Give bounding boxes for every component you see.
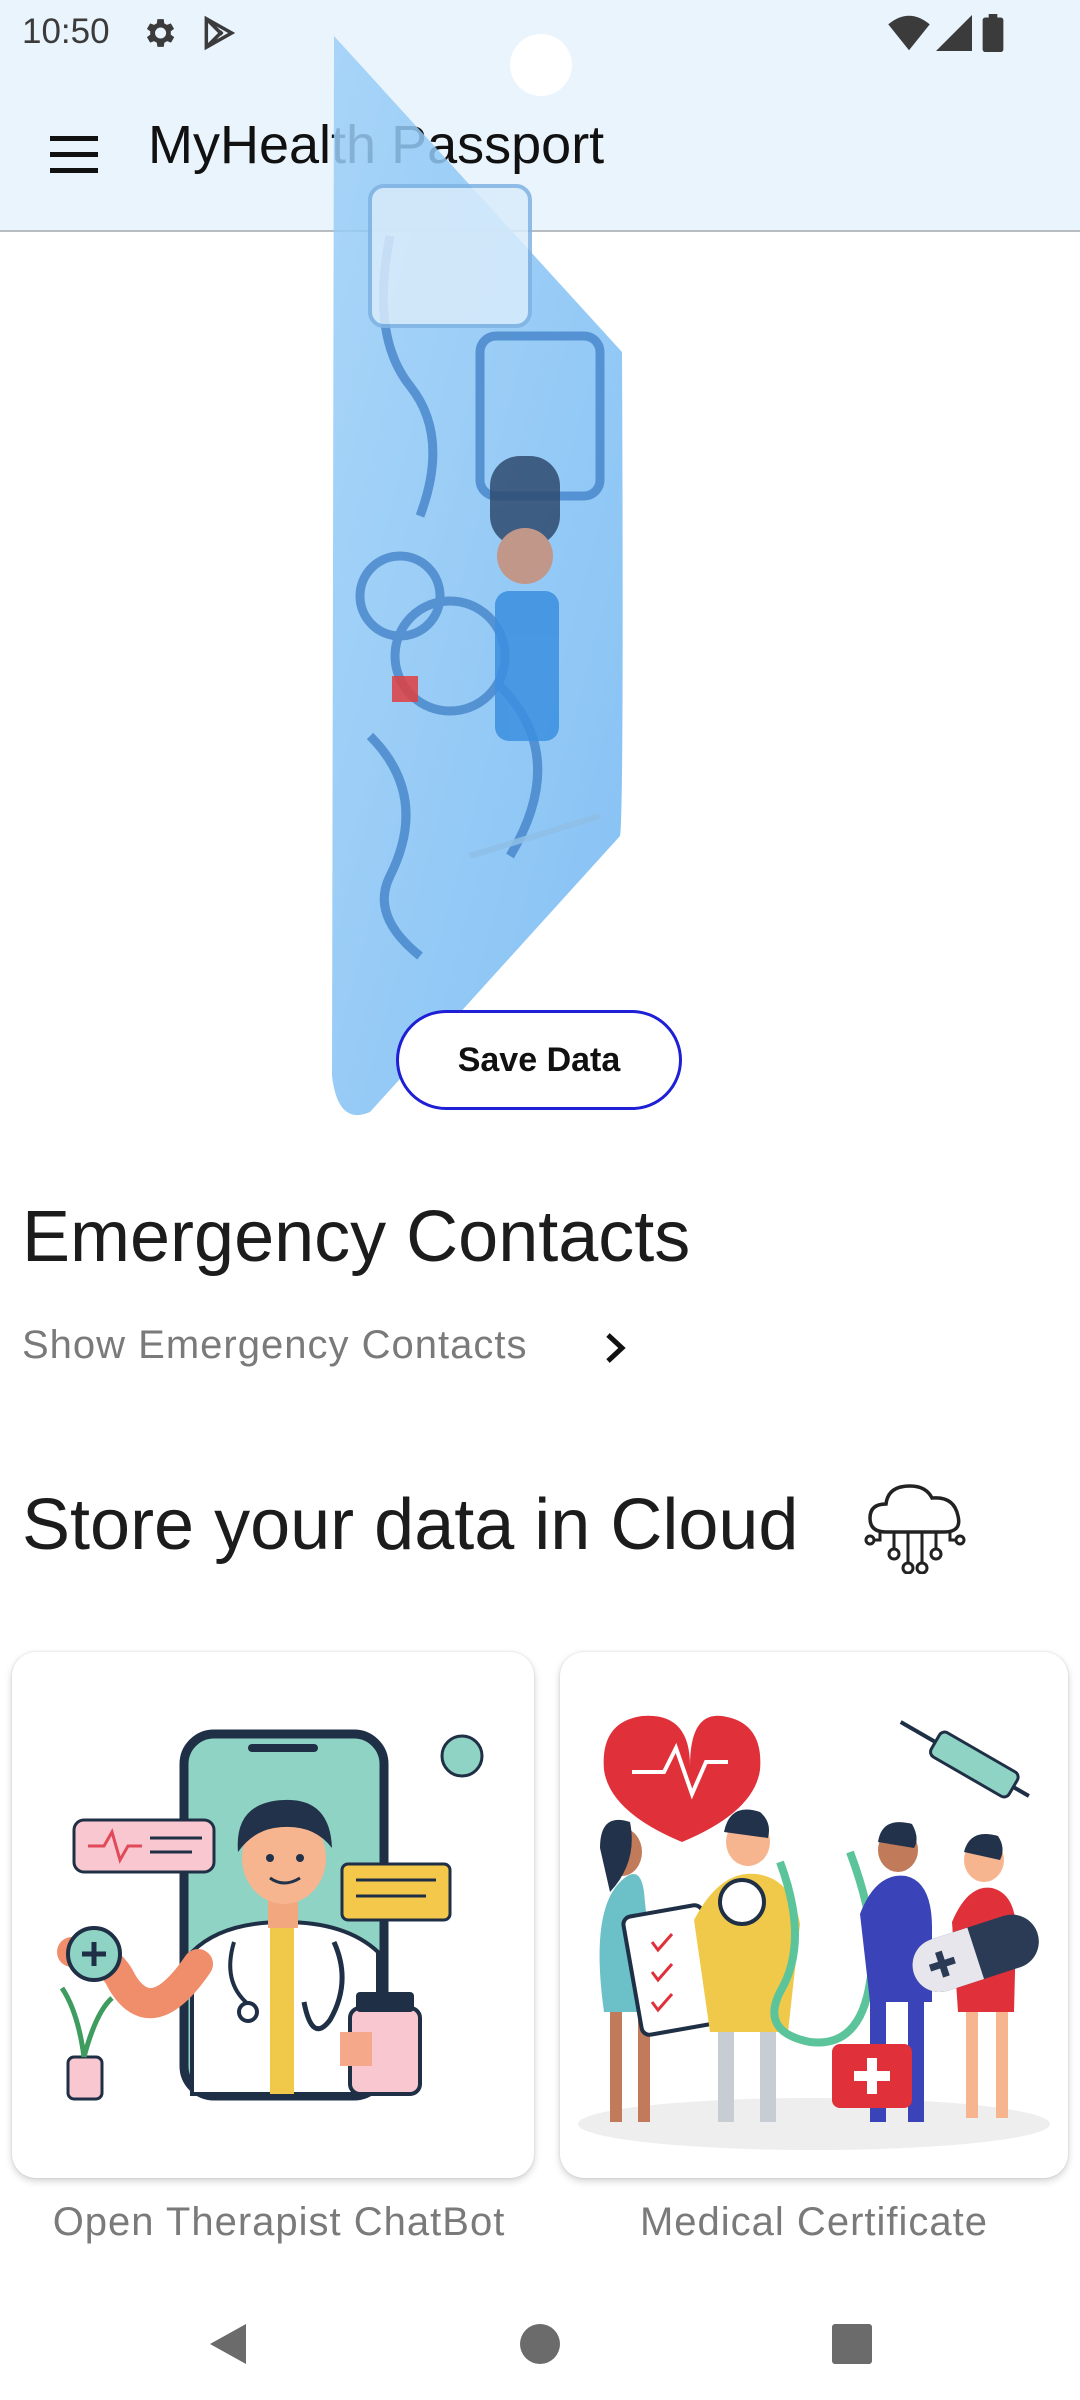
battery-icon (982, 14, 1004, 52)
cloud-storage-title: Store your data in Cloud (22, 1485, 799, 1565)
menu-button[interactable] (32, 112, 118, 198)
medical-certificate-card[interactable] (560, 1652, 1068, 2178)
back-triangle-icon[interactable] (196, 2314, 256, 2374)
save-data-button[interactable]: Save Data (396, 1010, 682, 1110)
recents-square-icon[interactable] (822, 2314, 882, 2374)
camera-cutout (510, 34, 572, 96)
therapist-chatbot-label[interactable]: Open Therapist ChatBot (12, 2200, 546, 2245)
play-store-icon (204, 15, 236, 51)
medical-certificate-label[interactable]: Medical Certificate (560, 2200, 1068, 2245)
settings-gear-icon (146, 19, 175, 47)
signal-icon (936, 15, 972, 51)
doctor-phone-illustration (57, 1729, 484, 2101)
chevron-right-icon[interactable] (590, 1323, 640, 1373)
status-time: 10:50 (22, 12, 110, 51)
hamburger-menu-icon (50, 136, 98, 173)
health-card-illustration (332, 36, 623, 1116)
system-navigation-bar (0, 2290, 1080, 2400)
wifi-icon (888, 15, 930, 51)
therapist-chatbot-card[interactable] (12, 1652, 534, 2178)
home-circle-icon[interactable] (510, 2314, 570, 2374)
emergency-contacts-title: Emergency Contacts (22, 1197, 691, 1277)
medical-team-illustration (578, 1715, 1050, 2150)
show-emergency-contacts-link[interactable]: Show Emergency Contacts (22, 1323, 642, 1379)
cloud-circuit-icon[interactable] (864, 1478, 966, 1574)
